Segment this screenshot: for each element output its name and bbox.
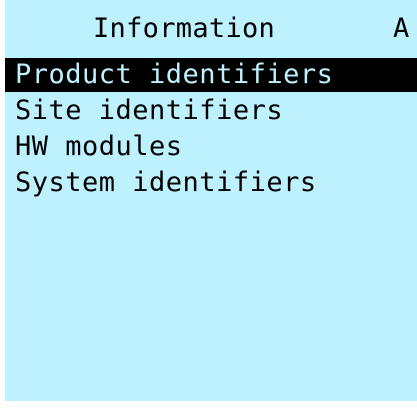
menu-item-hw-modules[interactable]: HW modules xyxy=(5,130,417,164)
header-indicator: A xyxy=(393,13,410,44)
screen-title: Information xyxy=(93,13,276,44)
information-menu: Product identifiers Site identifiers HW … xyxy=(5,58,417,202)
lcd-screen: Information A Product identifiers Site i… xyxy=(5,0,417,401)
menu-item-product-identifiers[interactable]: Product identifiers xyxy=(5,58,417,92)
menu-item-site-identifiers[interactable]: Site identifiers xyxy=(5,94,417,128)
screen-header: Information A xyxy=(5,0,417,56)
menu-item-system-identifiers[interactable]: System identifiers xyxy=(5,166,417,200)
